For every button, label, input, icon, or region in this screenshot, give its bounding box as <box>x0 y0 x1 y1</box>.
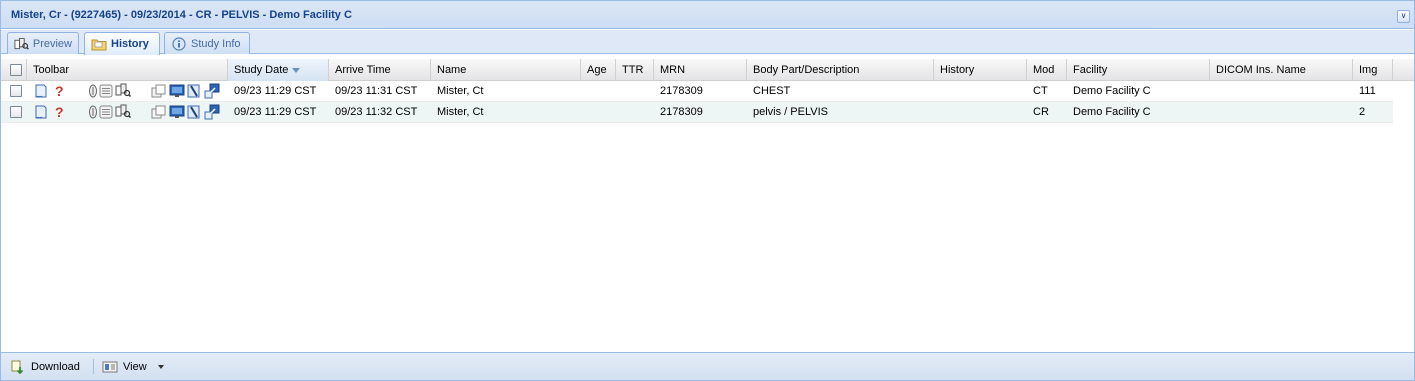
cell-history <box>934 81 1027 102</box>
tab-preview[interactable]: Preview <box>7 32 79 54</box>
table-row[interactable]: ? 09/23 11:29 CST 09/23 11:32 CST Mister… <box>1 102 1393 123</box>
send-icon[interactable] <box>204 83 220 99</box>
notes-icon[interactable] <box>98 104 114 120</box>
bottom-toolbar: Download View <box>1 352 1414 380</box>
cell-img: 2 <box>1359 106 1366 118</box>
column-header-study-date[interactable]: Study Date <box>228 59 329 81</box>
cell-dicom-name <box>1210 81 1353 102</box>
download-label: Download <box>31 361 80 373</box>
column-header-mrn[interactable]: MRN <box>654 59 747 81</box>
column-header-name[interactable]: Name <box>431 59 581 81</box>
cell-arrive-time: 09/23 11:32 CST <box>335 106 418 118</box>
cell-mrn: 2178309 <box>660 85 703 97</box>
grid-header: Toolbar Study Date Arrive Time Name Age … <box>1 59 1414 81</box>
dictation-icon[interactable] <box>186 83 202 99</box>
collapse-icon[interactable]: ∨ <box>1397 10 1410 23</box>
preview-icon[interactable] <box>115 83 131 99</box>
column-header-arrive-time[interactable]: Arrive Time <box>329 59 431 81</box>
cell-age <box>581 81 616 102</box>
cell-facility: Demo Facility C <box>1073 85 1151 97</box>
cell-arrive-time: 09/23 11:31 CST <box>335 85 418 97</box>
row-checkbox[interactable] <box>10 106 22 118</box>
documents-icon[interactable] <box>151 104 167 120</box>
column-header-body-part[interactable]: Body Part/Description <box>747 59 934 81</box>
column-header-label: Study Date <box>234 64 289 76</box>
cell-dicom-name <box>1210 102 1353 123</box>
view-label: View <box>123 361 147 373</box>
cell-body-part: pelvis / PELVIS <box>753 106 828 118</box>
column-header-age[interactable]: Age <box>581 59 616 81</box>
help-icon[interactable]: ? <box>51 83 67 99</box>
cell-mod: CR <box>1033 106 1049 118</box>
info-icon <box>172 36 186 51</box>
monitor-icon[interactable] <box>169 83 185 99</box>
download-button[interactable]: Download <box>10 358 80 376</box>
cell-history <box>934 102 1027 123</box>
tab-label: Study Info <box>191 37 241 50</box>
preview-icon[interactable] <box>115 104 131 120</box>
column-header-dicom-name[interactable]: DICOM Ins. Name <box>1210 59 1353 81</box>
cell-age <box>581 102 616 123</box>
cell-mrn: 2178309 <box>660 106 703 118</box>
svg-text:?: ? <box>55 104 64 120</box>
send-icon[interactable] <box>204 104 220 120</box>
documents-icon[interactable] <box>151 83 167 99</box>
select-all-checkbox[interactable] <box>10 64 22 76</box>
row-toolbar: ? <box>31 83 225 100</box>
table-row[interactable]: ? 09/23 11:29 CST 09/23 11:31 CST Mister… <box>1 81 1393 102</box>
cell-ttr <box>616 102 654 123</box>
select-all-cell <box>1 59 27 81</box>
chevron-down-icon <box>157 365 164 369</box>
cell-ttr <box>616 81 654 102</box>
dictation-icon[interactable] <box>186 104 202 120</box>
cell-body-part: CHEST <box>753 85 791 97</box>
panel-header: Mister, Cr - (9227465) - 09/23/2014 - CR… <box>1 1 1414 29</box>
column-header-img[interactable]: Img <box>1353 59 1393 81</box>
notes-icon[interactable] <box>98 83 114 99</box>
column-header-facility[interactable]: Facility <box>1067 59 1210 81</box>
row-checkbox[interactable] <box>10 85 22 97</box>
tab-history[interactable]: History <box>84 32 160 55</box>
cell-study-date: 09/23 11:29 CST <box>234 106 317 118</box>
column-header-ttr[interactable]: TTR <box>616 59 654 81</box>
folder-icon <box>91 39 107 51</box>
cell-facility: Demo Facility C <box>1073 106 1151 118</box>
cell-name: Mister, Ct <box>437 85 484 97</box>
sort-desc-icon <box>292 67 301 73</box>
download-icon <box>11 360 24 375</box>
preview-icon <box>14 37 29 50</box>
cell-name: Mister, Ct <box>437 106 484 118</box>
report-icon[interactable] <box>33 104 49 120</box>
cell-mod: CT <box>1033 85 1048 97</box>
row-toolbar: ? <box>31 104 225 121</box>
panel-title: Mister, Cr - (9227465) - 09/23/2014 - CR… <box>11 9 352 21</box>
tab-label: History <box>111 38 149 50</box>
history-panel: Mister, Cr - (9227465) - 09/23/2014 - CR… <box>0 0 1415 381</box>
monitor-icon[interactable] <box>169 104 185 120</box>
column-header-mod[interactable]: Mod <box>1027 59 1067 81</box>
column-header-toolbar[interactable]: Toolbar <box>27 59 228 81</box>
tab-label: Preview <box>32 37 72 50</box>
column-header-history[interactable]: History <box>934 59 1027 81</box>
tab-study-info[interactable]: Study Info <box>164 32 250 54</box>
toolbar-separator <box>93 359 94 374</box>
view-icon <box>102 361 118 373</box>
svg-text:?: ? <box>55 83 64 99</box>
report-icon[interactable] <box>33 83 49 99</box>
history-grid: Toolbar Study Date Arrive Time Name Age … <box>1 59 1414 351</box>
tab-strip: Preview History Study Info <box>1 30 1414 55</box>
cell-img: 111 <box>1359 85 1376 97</box>
help-icon[interactable]: ? <box>51 104 67 120</box>
view-menu-button[interactable]: View <box>102 358 164 376</box>
cell-study-date: 09/23 11:29 CST <box>234 85 317 97</box>
